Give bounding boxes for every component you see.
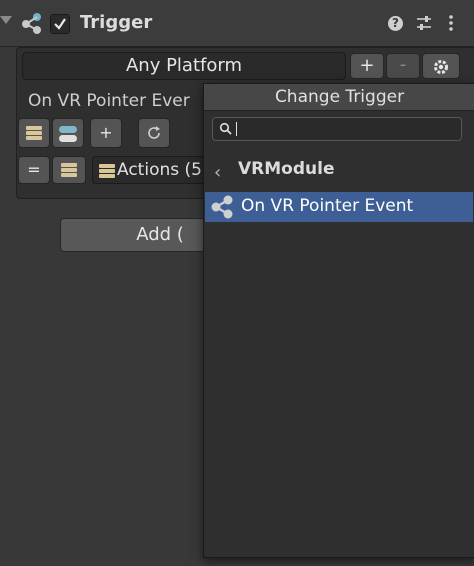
- platform-dropdown[interactable]: Any Platform: [22, 52, 346, 80]
- actions-label: Actions (5: [117, 160, 202, 180]
- toggle-icon: [59, 126, 77, 142]
- gear-icon: [434, 60, 448, 74]
- kebab-icon[interactable]: [448, 15, 454, 35]
- foldout-arrow-icon[interactable]: [0, 16, 12, 24]
- text-cursor: [236, 122, 237, 136]
- checkmark-icon: [54, 18, 66, 30]
- popup-title: Change Trigger: [204, 84, 474, 111]
- refresh-button[interactable]: [138, 118, 170, 148]
- enabled-checkbox[interactable]: [50, 14, 70, 34]
- platform-settings-button[interactable]: [422, 53, 460, 79]
- component-header: Trigger ?: [0, 0, 474, 47]
- result-label: On VR Pointer Event: [241, 196, 414, 216]
- trigger-component-icon: [20, 12, 44, 38]
- list-item[interactable]: On VR Pointer Event: [205, 192, 473, 222]
- search-box[interactable]: [212, 117, 462, 142]
- equals-button[interactable]: =: [18, 156, 50, 184]
- search-icon: [219, 122, 232, 135]
- toggle-button[interactable]: [52, 118, 84, 148]
- event-label[interactable]: On VR Pointer Ever: [28, 91, 190, 111]
- actions-field[interactable]: Actions (5: [92, 156, 212, 184]
- chevron-left-icon[interactable]: ‹: [214, 162, 221, 183]
- breadcrumb[interactable]: ‹ VRModule: [204, 154, 474, 186]
- refresh-icon: [148, 126, 160, 139]
- database-icon: [26, 126, 42, 140]
- component-title: Trigger: [80, 12, 153, 33]
- add-condition-button[interactable]: +: [90, 118, 122, 148]
- change-trigger-popup: Change Trigger ‹ VRModule On VR Pointer …: [203, 83, 474, 558]
- database-button[interactable]: [18, 118, 50, 148]
- search-input[interactable]: [239, 118, 453, 142]
- question-icon[interactable]: ?: [388, 16, 403, 31]
- sliders-icon[interactable]: [416, 15, 432, 35]
- actions-icon: [99, 164, 115, 178]
- trigger-event-icon: [211, 195, 233, 219]
- breadcrumb-label: VRModule: [238, 159, 335, 179]
- actions-database-button[interactable]: [52, 156, 86, 184]
- add-platform-button[interactable]: +: [350, 53, 384, 79]
- database-icon: [61, 163, 77, 177]
- remove-platform-button[interactable]: -: [386, 53, 420, 79]
